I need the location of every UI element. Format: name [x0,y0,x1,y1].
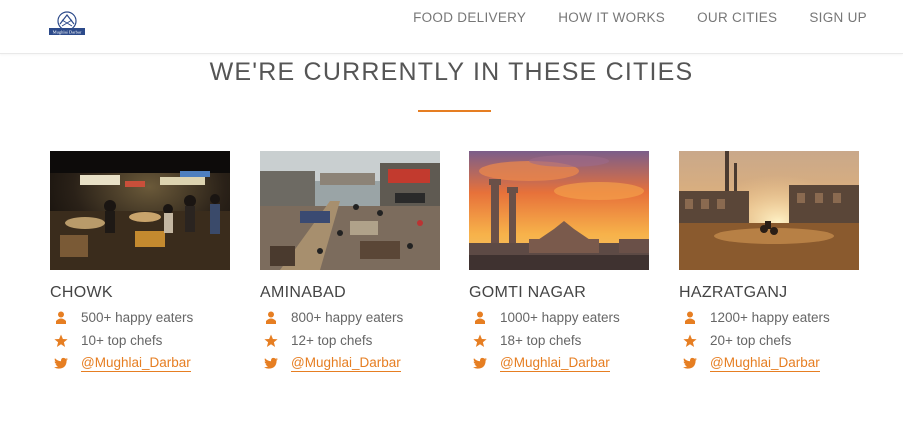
twitter-row: @Mughlai_Darbar [260,354,440,373]
eaters-count: 500+ happy eaters [81,310,194,325]
eaters-count: 1000+ happy eaters [500,310,620,325]
star-icon [264,334,278,348]
nav-sign-up[interactable]: SIGN UP [809,10,867,25]
city-name: GOMTI NAGAR [469,284,587,301]
chefs-count: 12+ top chefs [291,333,373,348]
header: Mughlai Darbar FOOD DELIVERY HOW IT WORK… [0,0,903,54]
twitter-icon [264,357,278,371]
twitter-link[interactable]: @Mughlai_Darbar [81,355,191,372]
chefs-count: 18+ top chefs [500,333,582,348]
city-name: HAZRATGANJ [679,284,788,301]
twitter-icon [683,357,697,371]
eaters-row: 1200+ happy eaters [679,308,859,327]
user-icon [473,311,487,325]
nav-how-it-works[interactable]: HOW IT WORKS [558,10,665,25]
main-nav: FOOD DELIVERY HOW IT WORKS OUR CITIES SI… [381,10,867,25]
chefs-row: 12+ top chefs [260,331,440,350]
star-icon [683,334,697,348]
user-icon [683,311,697,325]
city-name: CHOWK [50,284,113,301]
twitter-row: @Mughlai_Darbar [50,354,230,373]
evening-square-photo [679,151,859,270]
chefs-row: 20+ top chefs [679,331,859,350]
logo-text: Mughlai Darbar [53,30,82,35]
city-card-gomti-nagar: GOMTI NAGAR 1000+ happy eaters 18+ top c… [469,151,649,373]
sunset-monument-photo [469,151,649,270]
user-icon [264,311,278,325]
chefs-row: 18+ top chefs [469,331,649,350]
eaters-count: 1200+ happy eaters [710,310,830,325]
user-icon [54,311,68,325]
eaters-count: 800+ happy eaters [291,310,404,325]
twitter-link[interactable]: @Mughlai_Darbar [710,355,820,372]
twitter-row: @Mughlai_Darbar [469,354,649,373]
chefs-row: 10+ top chefs [50,331,230,350]
eaters-row: 1000+ happy eaters [469,308,649,327]
city-card-chowk: CHOWK 500+ happy eaters 10+ top chefs @M… [50,151,230,373]
night-market-photo [50,151,230,270]
chefs-count: 10+ top chefs [81,333,163,348]
nav-our-cities[interactable]: OUR CITIES [697,10,777,25]
star-icon [54,334,68,348]
city-card-aminabad: AMINABAD 800+ happy eaters 12+ top chefs… [260,151,440,373]
twitter-icon [473,357,487,371]
twitter-icon [54,357,68,371]
twitter-link[interactable]: @Mughlai_Darbar [500,355,610,372]
star-icon [473,334,487,348]
title-divider [418,110,491,112]
eaters-row: 500+ happy eaters [50,308,230,327]
busy-street-photo [260,151,440,270]
twitter-row: @Mughlai_Darbar [679,354,859,373]
chefs-count: 20+ top chefs [710,333,792,348]
twitter-link[interactable]: @Mughlai_Darbar [291,355,401,372]
city-card-hazratganj: HAZRATGANJ 1200+ happy eaters 20+ top ch… [679,151,859,373]
nav-food-delivery[interactable]: FOOD DELIVERY [413,10,526,25]
logo[interactable]: Mughlai Darbar [48,10,86,38]
city-name: AMINABAD [260,284,346,301]
eaters-row: 800+ happy eaters [260,308,440,327]
section-title: WE'RE CURRENTLY IN THESE CITIES [209,58,694,86]
